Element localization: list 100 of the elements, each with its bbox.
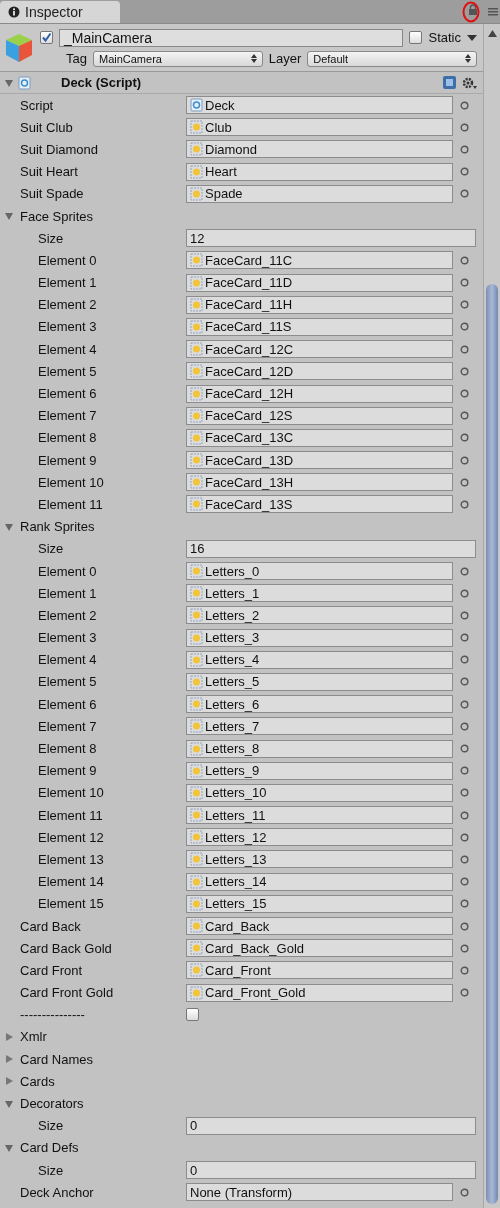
object-field[interactable]: Club [186, 118, 453, 137]
object-picker-icon[interactable] [460, 255, 469, 265]
object-field[interactable]: Heart [186, 162, 453, 181]
object-picker-icon[interactable] [460, 433, 469, 443]
menu-icon[interactable] [488, 8, 498, 16]
object-field[interactable]: Letters_1 [186, 584, 453, 603]
object-picker-icon[interactable] [460, 943, 469, 953]
object-picker-icon[interactable] [460, 1187, 469, 1197]
object-field[interactable]: FaceCard_11H [186, 295, 453, 314]
object-picker-icon[interactable] [460, 366, 469, 376]
object-picker-icon[interactable] [460, 633, 469, 643]
expanded-arrow-icon[interactable] [4, 1142, 14, 1153]
expanded-arrow-icon[interactable] [4, 77, 14, 88]
object-field[interactable]: Letters_8 [186, 739, 453, 758]
object-field[interactable]: Letters_10 [186, 783, 453, 802]
layer-dropdown[interactable]: Default [307, 50, 477, 67]
object-picker-icon[interactable] [460, 122, 469, 132]
object-field[interactable]: None (Transform) [186, 1183, 453, 1202]
scroll-up-arrow-icon[interactable] [487, 30, 497, 37]
object-field[interactable]: Diamond [186, 140, 453, 159]
object-field[interactable]: FaceCard_12C [186, 340, 453, 359]
object-field[interactable]: Letters_2 [186, 606, 453, 625]
object-field[interactable]: Letters_11 [186, 806, 453, 825]
object-field[interactable]: Card_Front [186, 961, 453, 980]
lock-icon[interactable] [468, 4, 478, 16]
object-field[interactable]: Card_Front_Gold [186, 983, 453, 1002]
object-picker-icon[interactable] [460, 699, 469, 709]
collapsed-arrow-icon[interactable] [4, 1076, 14, 1087]
object-field[interactable]: FaceCard_13D [186, 451, 453, 470]
object-field[interactable]: Letters_15 [186, 894, 453, 913]
checkbox[interactable] [186, 1008, 199, 1022]
number-field[interactable]: 0 [186, 1161, 476, 1180]
object-field[interactable]: FaceCard_13H [186, 473, 453, 492]
gear-icon[interactable] [461, 75, 477, 90]
object-picker-icon[interactable] [460, 144, 469, 154]
expanded-arrow-icon[interactable] [4, 211, 14, 222]
object-field[interactable]: FaceCard_13S [186, 495, 453, 514]
tag-dropdown[interactable]: MainCamera [92, 50, 263, 67]
expanded-arrow-icon[interactable] [4, 521, 14, 532]
foldout-toggle[interactable]: Decorators [4, 1096, 84, 1112]
object-picker-icon[interactable] [460, 877, 469, 887]
object-field[interactable]: FaceCard_12D [186, 362, 453, 381]
foldout-toggle[interactable]: Cards [4, 1073, 55, 1089]
object-picker-icon[interactable] [460, 566, 469, 576]
foldout-toggle[interactable]: Face Sprites [4, 208, 93, 224]
static-checkbox[interactable] [409, 31, 423, 44]
object-picker-icon[interactable] [460, 411, 469, 421]
foldout-toggle[interactable]: Card Defs [4, 1140, 79, 1156]
object-field[interactable]: FaceCard_12H [186, 384, 453, 403]
object-picker-icon[interactable] [460, 100, 469, 110]
object-field[interactable]: Deck [186, 96, 453, 115]
object-picker-icon[interactable] [460, 499, 469, 509]
object-picker-icon[interactable] [460, 744, 469, 754]
object-field[interactable]: FaceCard_11S [186, 317, 453, 336]
object-picker-icon[interactable] [460, 899, 469, 909]
object-field[interactable]: Letters_7 [186, 717, 453, 736]
object-picker-icon[interactable] [460, 832, 469, 842]
object-picker-icon[interactable] [460, 655, 469, 665]
object-field[interactable]: Spade [186, 184, 453, 203]
object-picker-icon[interactable] [460, 988, 469, 998]
object-field[interactable]: Letters_13 [186, 850, 453, 869]
object-picker-icon[interactable] [460, 455, 469, 465]
number-field[interactable]: 16 [186, 539, 476, 558]
object-picker-icon[interactable] [460, 610, 469, 620]
object-picker-icon[interactable] [460, 766, 469, 776]
object-field[interactable]: FaceCard_11D [186, 273, 453, 292]
object-field[interactable]: Letters_9 [186, 761, 453, 780]
object-field[interactable]: Letters_14 [186, 872, 453, 891]
object-picker-icon[interactable] [460, 854, 469, 864]
number-field[interactable]: 12 [186, 229, 476, 248]
foldout-toggle[interactable]: Rank Sprites [4, 519, 95, 535]
object-picker-icon[interactable] [460, 588, 469, 598]
object-field[interactable]: Letters_4 [186, 650, 453, 669]
number-field[interactable]: 0 [186, 1116, 476, 1135]
object-field[interactable]: Letters_0 [186, 562, 453, 581]
object-field[interactable]: Letters_3 [186, 628, 453, 647]
object-picker-icon[interactable] [460, 721, 469, 731]
foldout-toggle[interactable]: Xmlr [4, 1029, 47, 1045]
object-picker-icon[interactable] [460, 810, 469, 820]
object-picker-icon[interactable] [460, 167, 469, 177]
object-field[interactable]: Card_Back_Gold [186, 939, 453, 958]
object-picker-icon[interactable] [460, 965, 469, 975]
collapsed-arrow-icon[interactable] [4, 1031, 14, 1042]
help-book-icon[interactable] [442, 75, 457, 90]
object-name-field[interactable]: _MainCamera [59, 28, 404, 47]
object-picker-icon[interactable] [460, 921, 469, 931]
object-picker-icon[interactable] [460, 300, 469, 310]
object-field[interactable]: Letters_6 [186, 695, 453, 714]
object-picker-icon[interactable] [460, 788, 469, 798]
inspector-tab[interactable]: Inspector [0, 1, 120, 23]
object-picker-icon[interactable] [460, 344, 469, 354]
object-field[interactable]: FaceCard_13C [186, 428, 453, 447]
active-checkbox[interactable] [40, 31, 53, 44]
object-picker-icon[interactable] [460, 477, 469, 487]
object-field[interactable]: Letters_5 [186, 672, 453, 691]
scrollbar-thumb[interactable] [486, 284, 498, 1204]
foldout-toggle[interactable]: Card Names [4, 1051, 93, 1067]
object-picker-icon[interactable] [460, 278, 469, 288]
object-picker-icon[interactable] [460, 322, 469, 332]
dropdown-arrow-icon[interactable] [467, 33, 477, 42]
